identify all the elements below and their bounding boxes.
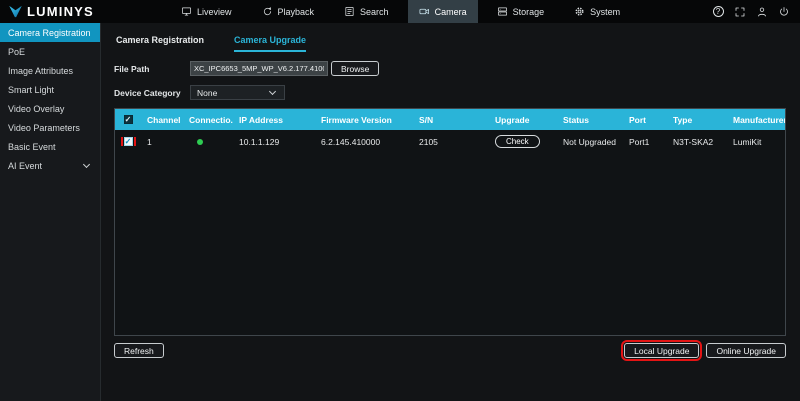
row-cell-manufacturer: LumiKit: [733, 136, 762, 147]
file-path-input[interactable]: [190, 61, 328, 76]
nav-label: Liveview: [197, 6, 232, 17]
row-cell-port: Port1: [629, 136, 650, 147]
nav-item-search[interactable]: Search: [333, 0, 400, 23]
sidebar: Camera Registration PoE Image Attributes…: [0, 23, 100, 401]
header-cell: S/N: [419, 114, 434, 125]
luminys-logo-icon: [9, 5, 22, 18]
row-checkbox[interactable]: ✓: [120, 137, 136, 146]
header-cell: Upgrade: [495, 114, 530, 125]
nav-item-liveview[interactable]: Liveview: [170, 0, 243, 23]
row-cell-sn: 2105: [419, 136, 438, 147]
row-cell-status: Not Upgraded: [563, 136, 616, 147]
row-cell-channel: 1: [147, 136, 152, 147]
content-tabs: Camera Registration Camera Upgrade: [116, 35, 786, 52]
user-icon[interactable]: [756, 6, 768, 18]
sidebar-item-label: AI Event: [8, 160, 43, 171]
top-bar: LUMINYS Liveview Playback Search Camera …: [0, 0, 800, 23]
header-cell-select: ✓: [115, 115, 141, 124]
page-body: Camera Registration PoE Image Attributes…: [0, 23, 800, 401]
row-cell-select: ✓: [115, 137, 141, 146]
sidebar-item-label: Camera Registration: [8, 27, 91, 38]
header-cell: Firmware Version: [321, 114, 392, 125]
header-cell: Type: [673, 114, 693, 125]
online-upgrade-button[interactable]: Online Upgrade: [706, 343, 786, 358]
nav-item-storage[interactable]: Storage: [486, 0, 556, 23]
storage-icon: [497, 7, 507, 16]
nav-item-camera[interactable]: Camera: [407, 0, 478, 23]
table-row: ✓ 1 10.1.1.129 6.2.145.410000 2105 Check…: [115, 130, 785, 153]
content-divider: [100, 23, 101, 401]
search-icon: [345, 7, 354, 16]
check-button[interactable]: Check: [495, 135, 540, 148]
sidebar-item-label: Video Parameters: [8, 122, 80, 133]
nav-label: System: [590, 6, 621, 17]
row-cell-type: N3T-SKA2: [673, 136, 714, 147]
device-category-row: Device Category None: [114, 85, 786, 100]
nav-label: Camera: [434, 6, 467, 17]
screen-switch-icon[interactable]: [734, 6, 746, 18]
playback-icon: [263, 7, 271, 15]
device-table: ✓ Channel Connectio... IP Address Firmwa…: [114, 108, 786, 336]
sidebar-item-video-parameters[interactable]: Video Parameters: [0, 118, 100, 137]
sidebar-item-label: PoE: [8, 46, 26, 57]
chevron-down-icon: [268, 87, 277, 95]
sidebar-item-label: Basic Event: [8, 141, 56, 152]
file-path-row: File Path Browse: [114, 61, 786, 76]
footer-actions: Refresh Local Upgrade Online Upgrade: [114, 340, 786, 361]
header-cell: Manufacturer: [733, 114, 785, 125]
camera-icon: [419, 8, 429, 15]
select-all-checkbox[interactable]: ✓: [123, 115, 133, 124]
header-cell: IP Address: [239, 114, 283, 125]
sidebar-item-smart-light[interactable]: Smart Light: [0, 80, 100, 99]
device-category-label: Device Category: [114, 87, 181, 98]
main-content: Camera Registration Camera Upgrade File …: [100, 23, 800, 401]
row-cell-ip: 10.1.1.129: [239, 136, 280, 147]
device-category-value: None: [197, 87, 218, 98]
sidebar-item-poe[interactable]: PoE: [0, 42, 100, 61]
sidebar-item-basic-event[interactable]: Basic Event: [0, 137, 100, 156]
sidebar-item-label: Smart Light: [8, 84, 55, 95]
header-cell: Channel: [147, 114, 181, 125]
tab-camera-upgrade[interactable]: Camera Upgrade: [234, 35, 307, 52]
nav-label: Storage: [512, 6, 545, 17]
app-window: LUMINYS Liveview Playback Search Camera …: [0, 0, 800, 401]
local-upgrade-button[interactable]: Local Upgrade: [621, 340, 703, 361]
nav-label: Search: [360, 6, 389, 17]
footer-right-actions: Local Upgrade Online Upgrade: [621, 340, 786, 361]
brand: LUMINYS: [0, 0, 140, 23]
table-header-row: ✓ Channel Connectio... IP Address Firmwa…: [115, 109, 785, 130]
sidebar-item-ai-event[interactable]: AI Event: [0, 156, 100, 175]
refresh-button[interactable]: Refresh: [114, 343, 164, 358]
nav-item-system[interactable]: System: [563, 0, 631, 23]
top-bar-right-icons: ?: [712, 0, 800, 23]
row-cell-connection: [183, 138, 233, 145]
sidebar-item-label: Image Attributes: [8, 65, 74, 76]
top-navigation: Liveview Playback Search Camera Storage …: [170, 0, 631, 23]
sidebar-item-video-overlay[interactable]: Video Overlay: [0, 99, 100, 118]
liveview-monitor-icon: [182, 7, 191, 16]
sidebar-item-camera-registration[interactable]: Camera Registration: [0, 23, 100, 42]
row-cell-firmware: 6.2.145.410000: [321, 136, 381, 147]
browse-button[interactable]: Browse: [331, 61, 380, 76]
chevron-down-icon: [82, 160, 91, 168]
tab-camera-registration[interactable]: Camera Registration: [116, 35, 204, 52]
connection-online-dot: [197, 138, 203, 145]
header-cell: Port: [629, 114, 646, 125]
header-cell: Status: [563, 114, 589, 125]
help-icon[interactable]: ?: [712, 6, 724, 18]
power-icon[interactable]: [778, 6, 790, 18]
device-category-select[interactable]: None: [190, 85, 285, 100]
system-gear-icon: [575, 7, 584, 16]
sidebar-item-image-attributes[interactable]: Image Attributes: [0, 61, 100, 80]
header-cell: Connectio...: [189, 114, 233, 125]
brand-name: LUMINYS: [27, 4, 94, 19]
nav-label: Playback: [277, 6, 315, 17]
file-path-label: File Path: [114, 63, 150, 74]
nav-item-playback[interactable]: Playback: [251, 0, 326, 23]
row-cell-upgrade: Check: [489, 135, 557, 148]
sidebar-item-label: Video Overlay: [8, 103, 65, 114]
